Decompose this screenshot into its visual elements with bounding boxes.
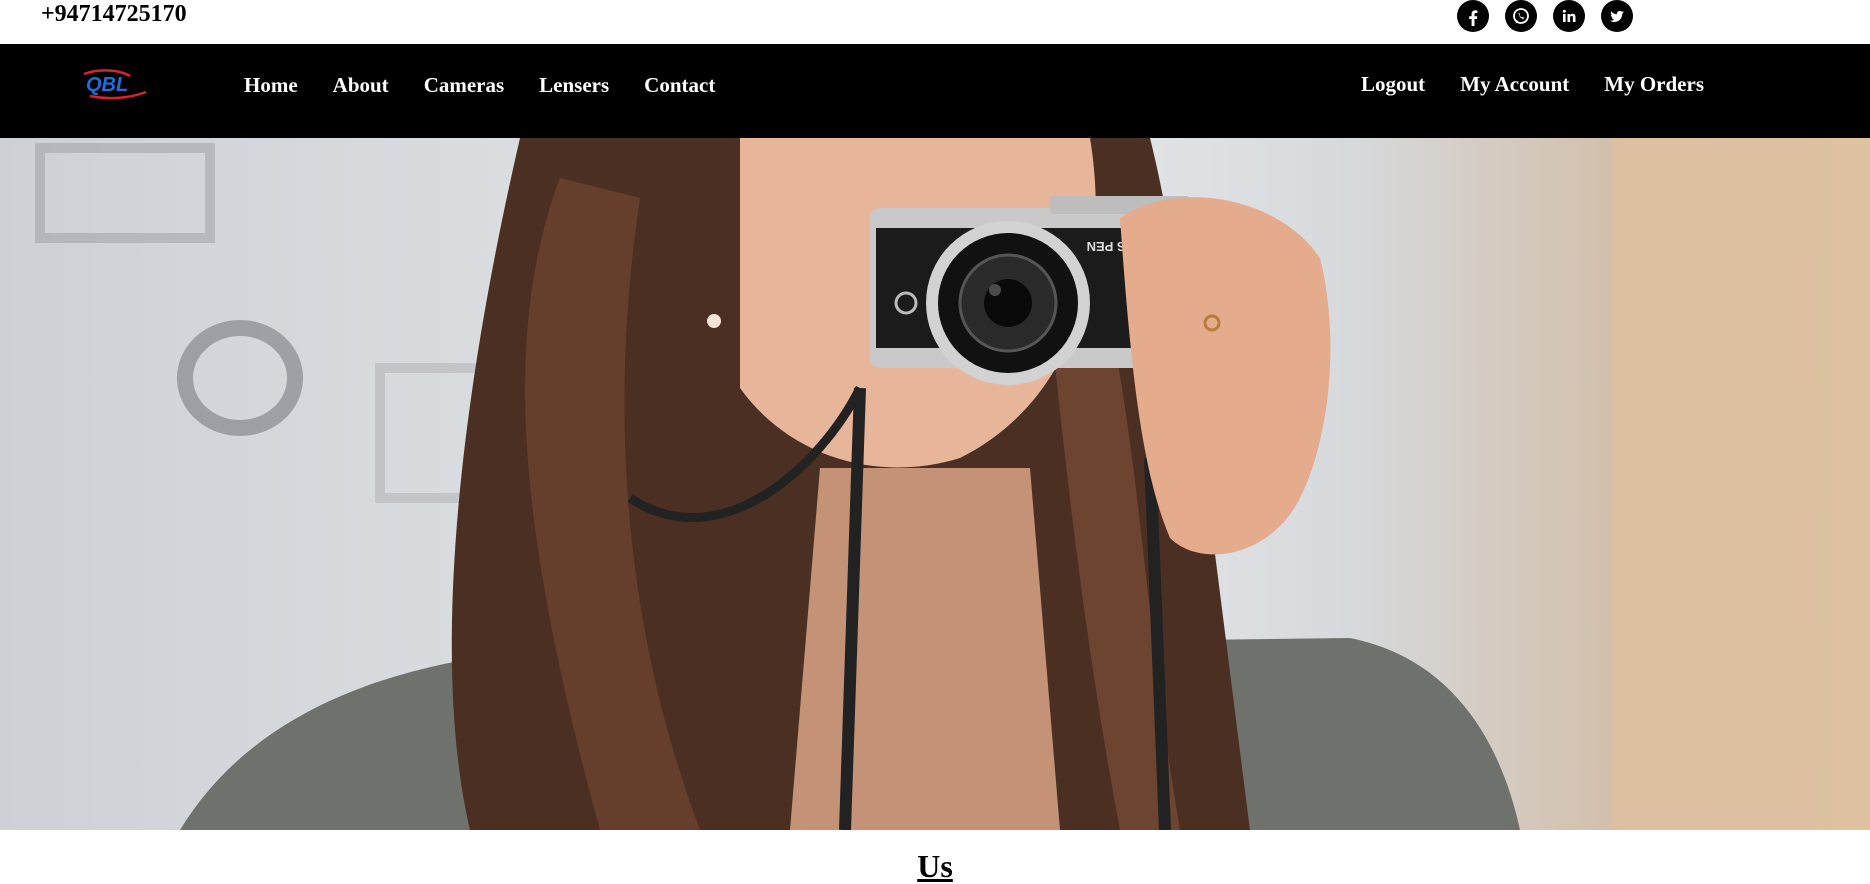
nav-lensers[interactable]: Lensers: [539, 72, 609, 98]
twitter-icon[interactable]: [1601, 0, 1633, 32]
hero-banner-image: US PEN: [0, 138, 1870, 830]
main-navbar: QBL Home About Cameras Lensers Contact L…: [0, 44, 1870, 138]
nav-about[interactable]: About: [333, 72, 389, 98]
linkedin-icon[interactable]: [1553, 0, 1585, 32]
phone-number: +94714725170: [41, 1, 187, 27]
primary-nav: Home About Cameras Lensers Contact: [244, 72, 715, 98]
hero-illustration: US PEN: [35, 138, 1870, 830]
nav-my-orders[interactable]: My Orders: [1604, 71, 1704, 97]
section-title: Us: [917, 848, 953, 884]
account-nav: Logout My Account My Orders: [1361, 71, 1704, 97]
nav-contact[interactable]: Contact: [644, 72, 715, 98]
brand-logo[interactable]: QBL: [80, 66, 152, 102]
social-links: [1457, 0, 1633, 32]
nav-my-account[interactable]: My Account: [1460, 71, 1569, 97]
nav-home[interactable]: Home: [244, 72, 298, 98]
top-contact-bar: +94714725170: [0, 0, 1870, 44]
nav-cameras[interactable]: Cameras: [424, 72, 504, 98]
logo-text: QBL: [86, 74, 128, 96]
whatsapp-icon[interactable]: [1505, 0, 1537, 32]
facebook-icon[interactable]: [1457, 0, 1489, 32]
nav-logout[interactable]: Logout: [1361, 71, 1425, 97]
